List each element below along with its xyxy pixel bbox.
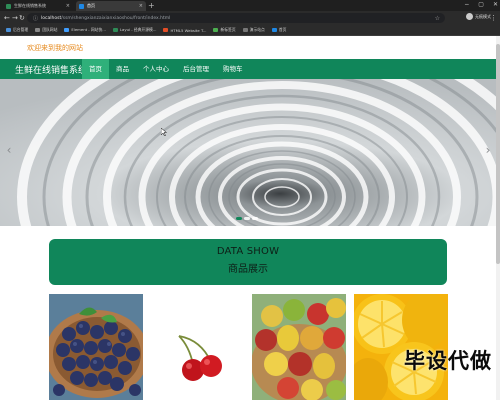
bookmark-item[interactable]: Layui - 经典开源模... xyxy=(112,27,156,33)
folder-icon xyxy=(6,28,11,32)
carousel-dot[interactable] xyxy=(236,217,242,220)
browser-tab-active[interactable]: 首页 × xyxy=(76,1,146,11)
nav-item-products[interactable]: 商品 xyxy=(109,59,136,79)
site-favicon-icon xyxy=(79,3,84,9)
bookmarks-bar: 后台管理 团队网站 Element - 网站快... Layui - 经典开源模… xyxy=(0,25,500,36)
site-brand[interactable]: 生鲜在线销售系统 xyxy=(15,63,87,76)
new-tab-button[interactable]: + xyxy=(148,1,155,11)
carousel-dot[interactable] xyxy=(244,217,250,220)
section-header: DATA SHOW 商品展示 xyxy=(49,239,447,285)
fruit-basket-image xyxy=(252,294,346,400)
carousel-dot[interactable] xyxy=(252,217,258,220)
bookmark-item[interactable]: HTML5 Website T... xyxy=(163,28,206,33)
tab-close-icon[interactable]: × xyxy=(139,3,143,9)
carousel-prev-icon[interactable]: ‹ xyxy=(4,143,14,157)
main-nav: 首页 商品 个人中心 后台管理 购物车 xyxy=(82,59,250,79)
watermark-text: 毕设代做 xyxy=(404,349,492,373)
blueberry-image xyxy=(49,294,143,400)
nav-item-profile[interactable]: 个人中心 xyxy=(136,59,176,79)
address-host: localhost xyxy=(41,15,62,21)
cherry-image xyxy=(151,294,245,400)
site-icon xyxy=(271,28,277,32)
address-bar[interactable]: ⓘ localhost /ssm/shengxianzaixianxiaosho… xyxy=(27,13,445,23)
tab-title: 首页 xyxy=(87,3,95,8)
site-icon xyxy=(163,28,169,32)
bookmark-item[interactable]: 首页 xyxy=(271,27,286,33)
scrollbar-thumb[interactable] xyxy=(496,44,500,264)
maximize-button[interactable]: ▢ xyxy=(478,0,484,10)
tunnel-banner-image xyxy=(0,79,500,226)
browser-menu-icon[interactable]: ⋮ xyxy=(490,13,497,23)
section-title-en: DATA SHOW xyxy=(216,246,280,257)
banner-carousel[interactable]: ‹ › xyxy=(0,79,500,226)
bookmark-item[interactable]: 团队网站 xyxy=(35,27,57,33)
folder-icon xyxy=(35,28,41,32)
bookmark-star-icon[interactable]: ☆ xyxy=(435,15,440,22)
browser-toolbar: ← → ↻ ⓘ localhost /ssm/shengxianzaixianx… xyxy=(0,11,500,25)
reload-button[interactable]: ↻ xyxy=(19,13,25,23)
site-icon xyxy=(213,28,219,32)
browser-tab-bar: 生鲜在线销售系统 × 首页 × + − ▢ ✕ xyxy=(0,0,500,11)
bookmark-item[interactable]: 新标签页 xyxy=(213,27,236,33)
nav-item-cart[interactable]: 购物车 xyxy=(216,59,250,79)
avatar xyxy=(466,13,473,20)
tab-close-icon[interactable]: × xyxy=(66,3,70,9)
window-controls: − ▢ ✕ xyxy=(464,0,498,10)
tab-title: 生鲜在线销售系统 xyxy=(14,3,46,8)
site-icon xyxy=(64,28,70,32)
nav-item-admin[interactable]: 后台管理 xyxy=(176,59,216,79)
close-window-button[interactable]: ✕ xyxy=(493,0,498,10)
product-card-blueberry[interactable] xyxy=(49,294,143,400)
site-icon xyxy=(242,28,248,32)
product-card-mixed-fruit[interactable] xyxy=(252,294,346,400)
forward-button[interactable]: → xyxy=(12,13,18,23)
carousel-indicators xyxy=(236,217,258,220)
carousel-next-icon[interactable]: › xyxy=(483,143,493,157)
minimize-button[interactable]: − xyxy=(464,0,469,10)
nav-item-home[interactable]: 首页 xyxy=(82,59,109,79)
address-path: /ssm/shengxianzaixianxiaoshou/front/inde… xyxy=(61,15,171,21)
site-info-icon[interactable]: ⓘ xyxy=(33,15,38,22)
site-navbar: 生鲜在线销售系统 首页 商品 个人中心 后台管理 购物车 xyxy=(0,59,500,79)
section-title-cn: 商品展示 xyxy=(228,264,268,275)
bookmark-item[interactable]: 演示站点 xyxy=(242,27,265,33)
browser-tab[interactable]: 生鲜在线销售系统 × xyxy=(3,1,73,11)
back-button[interactable]: ← xyxy=(4,13,10,23)
bookmark-item[interactable]: 后台管理 xyxy=(6,27,28,33)
site-favicon-icon xyxy=(6,3,11,9)
web-page: 欢迎来到我的网站 生鲜在线销售系统 首页 商品 个人中心 后台管理 购物车 ‹ … xyxy=(0,36,500,400)
product-card-cherry[interactable] xyxy=(151,294,245,400)
bookmark-item[interactable]: Element - 网站快... xyxy=(64,27,106,33)
page-scrollbar[interactable] xyxy=(496,36,500,400)
profile-button[interactable]: 无痕模式 xyxy=(466,13,491,20)
site-icon xyxy=(112,28,118,32)
mouse-cursor-icon xyxy=(161,128,167,136)
product-grid xyxy=(49,294,449,400)
welcome-text: 欢迎来到我的网站 xyxy=(27,44,83,52)
profile-name: 无痕模式 xyxy=(475,13,491,19)
